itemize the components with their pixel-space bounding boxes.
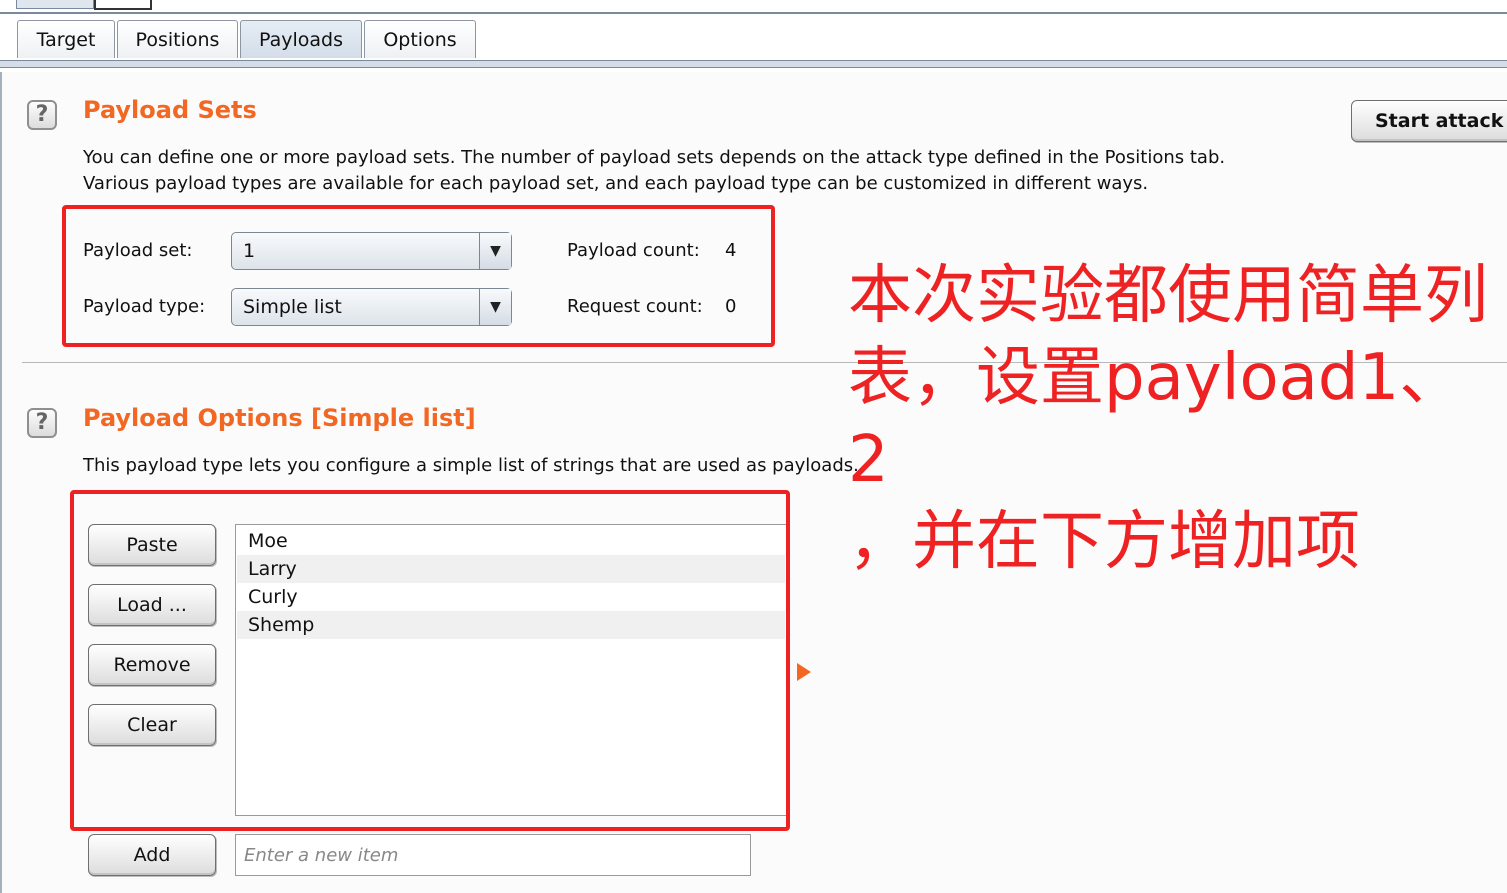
outer-tab-2[interactable] [94, 0, 152, 10]
annotation-text: 本次实验都使用简单列 表，设置payload1、2 ，并在下方增加项 [848, 255, 1498, 583]
window-top-strip [0, 0, 1507, 14]
expand-arrow-icon[interactable] [797, 663, 811, 681]
annotation-highlight-payload-list [70, 490, 790, 831]
payload-options-description: This payload type lets you configure a s… [83, 455, 859, 476]
help-icon[interactable]: ? [27, 100, 57, 130]
tab-options[interactable]: Options [364, 20, 476, 58]
tab-target[interactable]: Target [17, 20, 115, 58]
new-item-field[interactable] [235, 834, 751, 876]
tab-positions[interactable]: Positions [117, 20, 238, 58]
annotation-line3: ，并在下方增加项 [848, 505, 1360, 579]
start-attack-button[interactable]: Start attack [1351, 100, 1507, 142]
annotation-line2: 表，设置payload1、2 [848, 341, 1464, 497]
payload-sets-description-line2: Various payload types are available for … [83, 173, 1149, 194]
annotation-line1: 本次实验都使用简单列 [848, 259, 1488, 333]
outer-tab-1[interactable] [16, 0, 94, 9]
payload-sets-heading: Payload Sets [83, 96, 257, 124]
payload-options-heading: Payload Options [Simple list] [83, 404, 476, 432]
payload-sets-description-line1: You can define one or more payload sets.… [83, 147, 1226, 168]
tab-underline [0, 60, 1507, 68]
annotation-highlight-payload-sets [62, 205, 775, 347]
tab-payloads[interactable]: Payloads [240, 20, 362, 58]
help-icon[interactable]: ? [27, 408, 57, 438]
add-button[interactable]: Add [88, 834, 216, 876]
new-item-input[interactable] [236, 835, 750, 875]
